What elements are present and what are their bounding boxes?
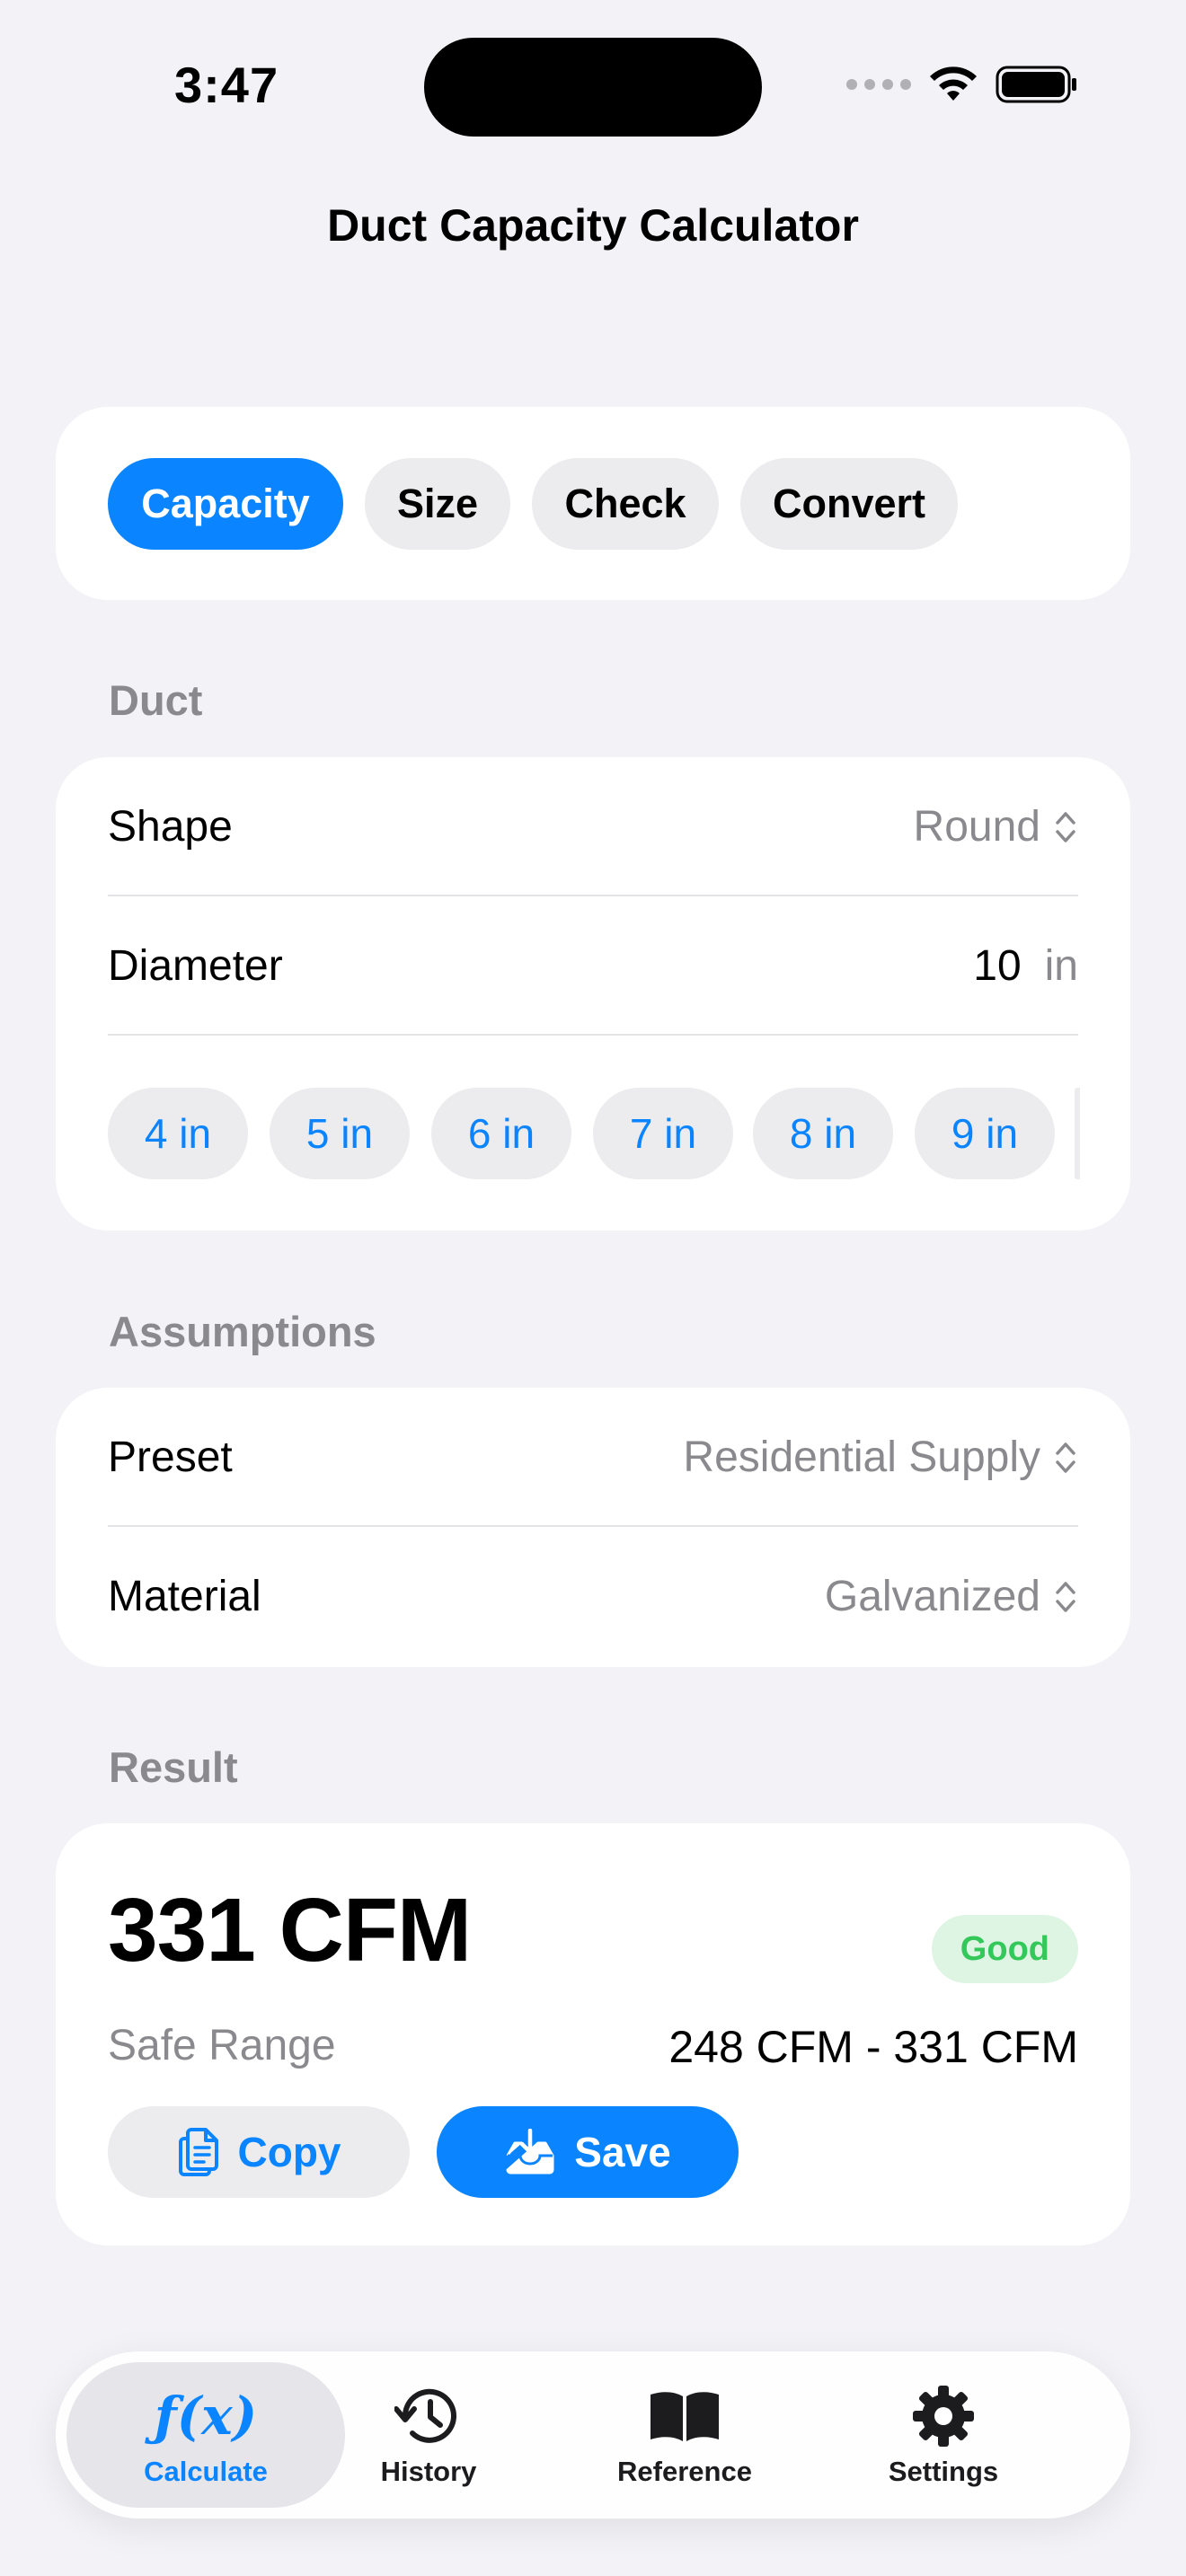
shape-label: Shape xyxy=(108,803,233,851)
save-button[interactable]: Save xyxy=(437,2106,739,2198)
screen: 3:47 Duct Capacity Calculator Capacity S… xyxy=(0,0,1186,2576)
chevron-up-down-icon xyxy=(1056,1581,1075,1612)
tab-settings[interactable]: Settings xyxy=(854,2362,1033,2508)
history-icon xyxy=(394,2388,456,2443)
tray-download-icon xyxy=(506,2129,554,2175)
safe-range-label: Safe Range xyxy=(108,2022,336,2069)
page-title: Duct Capacity Calculator xyxy=(327,200,859,251)
tab-calculate-label: Calculate xyxy=(144,2456,268,2487)
chevron-up-down-icon xyxy=(1056,1442,1075,1473)
save-label: Save xyxy=(574,2129,671,2175)
status-indicators xyxy=(846,65,1078,104)
tab-calculate[interactable]: ƒ(x) Calculate xyxy=(66,2362,345,2508)
preset-picker[interactable]: Residential Supply xyxy=(683,1433,1078,1482)
tab-history-label: History xyxy=(380,2456,477,2487)
preset-chip-6in[interactable]: 6 in xyxy=(431,1088,571,1179)
cellular-signal-icon xyxy=(846,79,911,90)
tab-bar: ƒ(x) Calculate History Reference Setting… xyxy=(56,2351,1130,2519)
tab-size[interactable]: Size xyxy=(365,458,510,550)
material-picker[interactable]: Galvanized xyxy=(825,1572,1078,1621)
preset-chip-5in[interactable]: 5 in xyxy=(270,1088,410,1179)
diameter-unit: in xyxy=(1044,942,1078,990)
mode-selector: Capacity Size Check Convert xyxy=(56,407,1130,600)
tab-check[interactable]: Check xyxy=(532,458,719,550)
safe-range-value: 248 CFM - 331 CFM xyxy=(668,2022,1078,2072)
assumptions-card: Preset Residential Supply Material Galva… xyxy=(56,1388,1130,1667)
duct-section-label: Duct xyxy=(109,676,203,724)
gear-icon xyxy=(913,2386,974,2447)
tab-capacity[interactable]: Capacity xyxy=(108,458,343,550)
more-chips-edge xyxy=(1075,1088,1080,1179)
preset-chip-8in[interactable]: 8 in xyxy=(753,1088,893,1179)
diameter-label: Diameter xyxy=(108,942,283,990)
copy-label: Copy xyxy=(237,2129,341,2175)
result-section-label: Result xyxy=(109,1743,238,1791)
shape-value: Round xyxy=(913,803,1040,851)
tab-reference[interactable]: Reference xyxy=(595,2362,774,2508)
fx-icon: ƒ(x) xyxy=(155,2382,257,2450)
shape-picker[interactable]: Round xyxy=(914,802,1078,851)
battery-icon xyxy=(996,66,1076,103)
preset-chip-7in[interactable]: 7 in xyxy=(593,1088,733,1179)
wifi-icon xyxy=(930,66,977,101)
result-value: 331 CFM xyxy=(108,1880,472,1981)
tab-settings-label: Settings xyxy=(888,2456,999,2487)
tab-reference-label: Reference xyxy=(617,2456,752,2487)
diameter-input-group: 10 in xyxy=(973,941,1078,991)
material-value: Galvanized xyxy=(824,1573,1040,1620)
preset-label: Preset xyxy=(108,1434,233,1481)
material-label: Material xyxy=(108,1573,261,1620)
copy-icon xyxy=(178,2128,218,2176)
preset-chip-9in[interactable]: 9 in xyxy=(915,1088,1055,1179)
status-time: 3:47 xyxy=(174,57,279,113)
divider xyxy=(108,1034,1078,1036)
diameter-input[interactable]: 10 xyxy=(973,941,1021,991)
copy-button[interactable]: Copy xyxy=(108,2106,410,2198)
shape-row[interactable]: Shape Round xyxy=(108,757,1078,896)
assumptions-section-label: Assumptions xyxy=(109,1308,376,1355)
diameter-row: Diameter 10 in xyxy=(108,896,1078,1036)
chevron-up-down-icon xyxy=(1056,811,1075,842)
result-card: 331 CFM Good Safe Range 248 CFM - 331 CF… xyxy=(56,1823,1130,2245)
tab-convert[interactable]: Convert xyxy=(740,458,958,550)
preset-value: Residential Supply xyxy=(683,1434,1040,1481)
preset-chip-4in[interactable]: 4 in xyxy=(108,1088,248,1179)
preset-row[interactable]: Preset Residential Supply xyxy=(108,1388,1078,1527)
tab-history[interactable]: History xyxy=(343,2362,514,2508)
duct-card: Shape Round Diameter 10 in 4 in 5 in 6 i… xyxy=(56,757,1130,1231)
dynamic-island xyxy=(424,38,762,137)
book-icon xyxy=(651,2392,719,2441)
fx-glyph: ƒ(x) xyxy=(154,2386,258,2447)
material-row[interactable]: Material Galvanized xyxy=(108,1527,1078,1666)
status-badge: Good xyxy=(931,1915,1078,1983)
